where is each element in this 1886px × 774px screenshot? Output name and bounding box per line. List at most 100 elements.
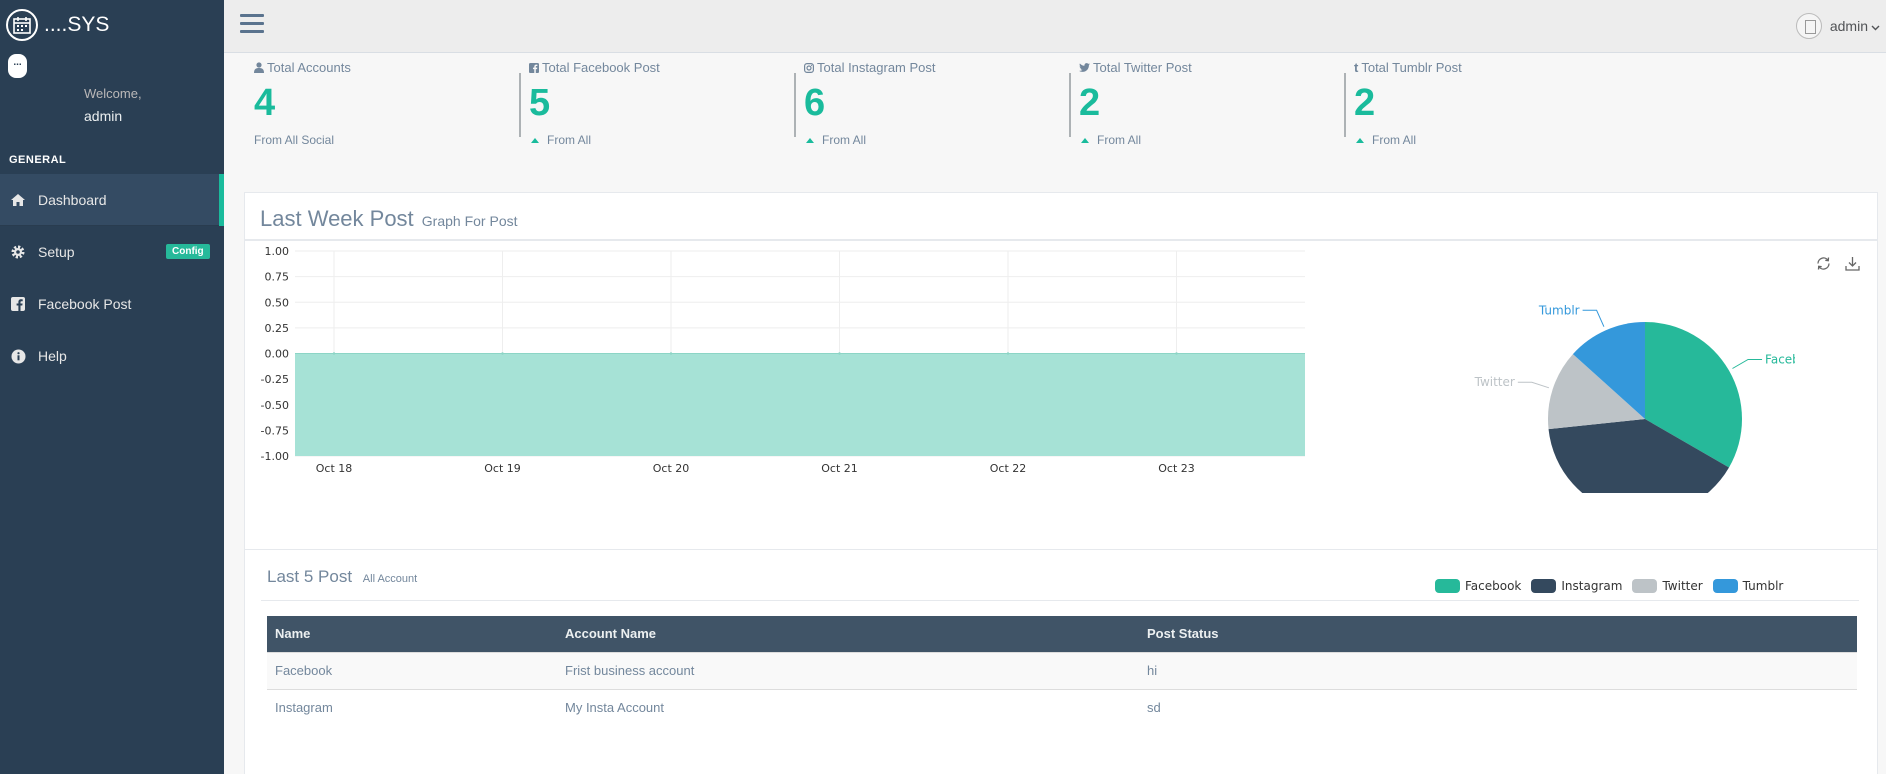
x-tick-label: Oct 18 xyxy=(316,462,353,475)
legend-item[interactable]: Tumblr xyxy=(1712,579,1784,593)
sidebar-item-dashboard[interactable]: Dashboard xyxy=(0,174,224,226)
brand[interactable]: ....SYS xyxy=(6,9,109,41)
data-point xyxy=(332,352,336,355)
pie-label: Tumblr xyxy=(1538,303,1580,317)
tile-title: Total Tumblr Post xyxy=(1361,60,1462,75)
cell-account: Frist business account xyxy=(557,651,1139,689)
tile-sub: From All Social xyxy=(254,133,335,147)
welcome-text: Welcome, xyxy=(84,86,142,101)
legend-label: Instagram xyxy=(1561,579,1623,593)
pie-chart: FacebookInstagramTwitterTumblr xyxy=(1474,303,1795,493)
config-badge: Config xyxy=(166,244,210,259)
up-arrow-icon xyxy=(1081,137,1089,143)
tile-count: 2 xyxy=(1354,82,1376,124)
tile-divider xyxy=(1069,73,1071,137)
info-icon xyxy=(9,347,27,365)
up-arrow-icon xyxy=(1356,137,1364,143)
y-tick-label: -0.75 xyxy=(261,424,289,437)
sidebar-menu: Dashboard Setup Config Facebook Post Hel… xyxy=(0,174,224,382)
tile-divider xyxy=(1344,73,1346,137)
user-avatar xyxy=(1795,13,1822,39)
profile-avatar: ... xyxy=(8,54,27,78)
download-icon[interactable] xyxy=(1844,255,1861,277)
legend-label: Tumblr xyxy=(1742,579,1784,593)
app-title: ....SYS xyxy=(44,13,110,36)
legend-swatch xyxy=(1531,579,1557,593)
pie-label-line xyxy=(1517,381,1550,389)
y-tick-label: 0.50 xyxy=(265,296,290,309)
facebook-icon xyxy=(9,295,27,313)
legend-item[interactable]: Facebook xyxy=(1435,579,1521,593)
x-tick-label: Oct 19 xyxy=(484,462,521,475)
tile-total-facebook-post: Total Facebook Post 5 From All xyxy=(519,60,799,150)
legend-label: Twitter xyxy=(1662,579,1703,593)
cell-status: hi xyxy=(1139,651,1857,689)
cell-account: My Insta Account xyxy=(557,688,1139,726)
user-dropdown[interactable]: admin xyxy=(1795,13,1880,39)
tile-title: Total Twitter Post xyxy=(1093,60,1192,75)
tile-stats: Total Accounts 4 From All Social Total F… xyxy=(246,60,1646,160)
section-subtitle: All Account xyxy=(362,573,418,585)
legend-swatch xyxy=(1712,579,1738,593)
sidebar-item-setup[interactable]: Setup Config xyxy=(0,226,224,278)
data-point xyxy=(669,352,673,355)
table-row[interactable]: Instagram My Insta Account sd xyxy=(267,688,1857,726)
tile-count: 4 xyxy=(254,82,276,124)
tile-title: Total Accounts xyxy=(267,60,351,75)
y-tick-label: 0.00 xyxy=(265,348,290,361)
panel-subtitle: Graph For Post xyxy=(421,213,518,229)
refresh-icon[interactable] xyxy=(1815,255,1832,277)
sidebar-item-help[interactable]: Help xyxy=(0,330,224,382)
tile-total-tumblr-post: t Total Tumblr Post 2 From All xyxy=(1344,60,1624,150)
tile-count: 5 xyxy=(529,82,551,124)
last-posts-section: Last 5 Post All Account Name Account Nam… xyxy=(245,549,1877,726)
up-arrow-icon xyxy=(806,137,814,143)
divider xyxy=(245,239,1877,241)
tile-sub: From All xyxy=(1097,133,1142,147)
area-fill xyxy=(295,353,1305,456)
table-header-row: Name Account Name Post Status xyxy=(267,616,1857,652)
sidebar-item-facebook-post[interactable]: Facebook Post xyxy=(0,278,224,330)
x-tick-label: Oct 20 xyxy=(653,462,690,475)
pie-label-line xyxy=(1582,309,1605,327)
tile-divider xyxy=(519,73,521,137)
tile-total-accounts: Total Accounts 4 From All Social xyxy=(254,60,524,150)
table-row[interactable]: Facebook Frist business account hi xyxy=(267,651,1857,689)
instagram-icon xyxy=(804,62,814,73)
y-tick-label: -1.00 xyxy=(261,450,289,463)
pie-label-line xyxy=(1732,359,1763,369)
tile-sub: From All xyxy=(547,133,592,147)
divider xyxy=(261,600,1859,601)
data-point xyxy=(838,352,841,355)
legend-swatch xyxy=(1632,579,1658,593)
column-header: Account Name xyxy=(565,626,657,642)
y-tick-label: -0.25 xyxy=(261,373,289,386)
pie-label: Twitter xyxy=(1474,375,1515,389)
x-tick-label: Oct 22 xyxy=(990,462,1027,475)
posts-table: Name Account Name Post Status Facebook F… xyxy=(267,616,1857,726)
tile-total-twitter-post: Total Twitter Post 2 From All xyxy=(1069,60,1349,150)
tile-sub: From All xyxy=(1372,133,1417,147)
menu-section-title: GENERAL xyxy=(9,154,67,166)
facebook-icon xyxy=(529,62,539,73)
chart-toolbox xyxy=(1815,255,1861,277)
tile-count: 6 xyxy=(804,82,826,124)
legend-item[interactable]: Instagram xyxy=(1531,579,1622,593)
sidebar-item-label: Dashboard xyxy=(38,192,107,208)
legend-label: Facebook xyxy=(1465,579,1522,593)
graph-panel: Last Week Post Graph For Post 1.00 0.75 0.… xyxy=(244,192,1878,774)
y-tick-label: 1.00 xyxy=(265,245,290,258)
data-point xyxy=(1006,352,1010,355)
sidebar: ....SYS ... Welcome, admin GENERAL Dashb… xyxy=(0,0,224,774)
gear-icon xyxy=(9,243,27,261)
legend-item[interactable]: Twitter xyxy=(1632,579,1703,593)
panel-title: Last Week Post xyxy=(260,206,414,231)
x-tick-label: Oct 21 xyxy=(821,462,858,475)
y-tick-label: 0.25 xyxy=(265,322,290,335)
column-header: Name xyxy=(275,626,311,642)
tile-title: Total Instagram Post xyxy=(817,60,936,75)
tumblr-icon: t xyxy=(1354,60,1359,75)
cell-name: Instagram xyxy=(267,688,557,726)
menu-toggle-icon[interactable] xyxy=(240,14,264,36)
area-chart: 1.00 0.75 0.50 0.25 0.00 -0.25 -0.50 -0.75 -1.00… xyxy=(261,245,1305,475)
